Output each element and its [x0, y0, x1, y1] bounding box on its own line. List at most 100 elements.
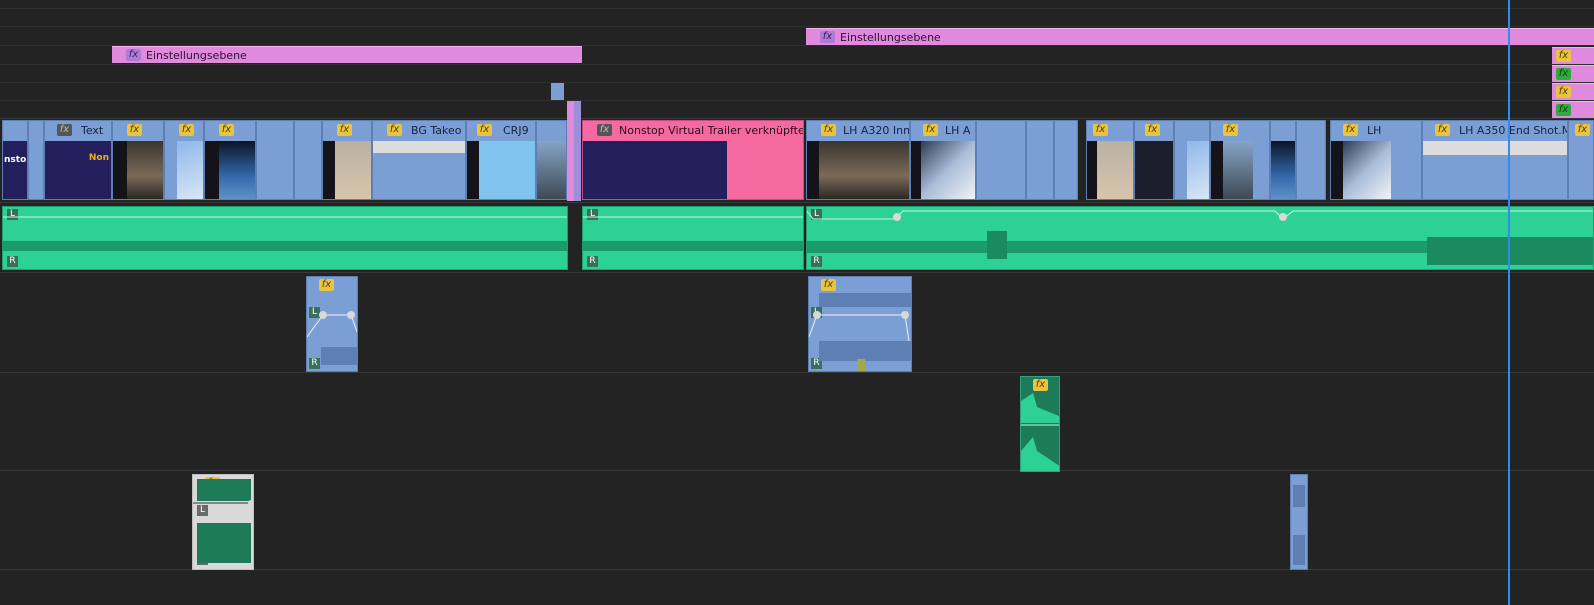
track-divider: [0, 372, 1594, 373]
audio-waveform: [307, 311, 357, 365]
audio-waveform: [1021, 393, 1059, 471]
video-clip[interactable]: fx: [204, 120, 256, 200]
clip-thumbnail: [1187, 141, 1209, 199]
track-divider: [0, 202, 1594, 203]
fx-badge: fx: [597, 124, 612, 136]
fx-badge: fx: [1556, 86, 1571, 98]
fx-badge: fx: [1556, 104, 1571, 116]
audio-waveform: [193, 479, 253, 563]
video-clip[interactable]: fx CRJ9: [466, 120, 536, 200]
thumb-text: Non: [88, 153, 109, 163]
fx-badge: fx: [337, 124, 352, 136]
video-clip[interactable]: fx LH A320 Inn: [806, 120, 910, 200]
fx-badge: fx: [1093, 124, 1108, 136]
clip-thumbnail: [1271, 141, 1295, 199]
video-clip[interactable]: [1174, 120, 1210, 200]
adjustment-layer-clip[interactable]: fx Einstellungsebene: [112, 46, 582, 63]
video-clip[interactable]: [976, 120, 1026, 200]
video-clip[interactable]: fx: [1568, 120, 1594, 200]
clip-thumbnail: [537, 141, 566, 199]
clip-thumbnail: [1343, 141, 1391, 199]
fx-badge: fx: [387, 124, 402, 136]
audio-clip[interactable]: [1290, 474, 1308, 570]
video-clip[interactable]: fx BG Takeo: [372, 120, 466, 200]
clip-thumbnail: [819, 141, 909, 199]
small-video-clip[interactable]: [567, 101, 574, 201]
video-clip[interactable]: fx LH A350 End Shot.M: [1422, 120, 1568, 200]
clip-thumbnail: [127, 141, 163, 199]
fx-badge: fx: [1343, 124, 1358, 136]
audio-clip[interactable]: L R: [806, 206, 1594, 270]
adjustment-layer-clip[interactable]: fx Einstellungsebene: [806, 28, 1594, 45]
clip-thumbnail: [583, 141, 727, 199]
video-clip[interactable]: fx: [112, 120, 164, 200]
track-divider: [0, 470, 1594, 471]
clip-thumbnail: [1097, 141, 1133, 199]
fx-badge: fx: [1435, 124, 1450, 136]
video-clip[interactable]: fx: [1210, 120, 1270, 200]
clip-label: Einstellungsebene: [840, 31, 941, 44]
audio-clip[interactable]: fx L R: [306, 276, 358, 372]
stacked-adjustment-clip[interactable]: fx: [1552, 101, 1594, 118]
clip-label: Text: [81, 124, 104, 137]
timeline-panel[interactable]: fx Einstellungsebene fx Einstellungseben…: [0, 0, 1594, 605]
video-clip[interactable]: [536, 120, 567, 200]
audio-clip[interactable]: fx L R: [1020, 376, 1060, 472]
playhead[interactable]: [1508, 0, 1510, 605]
clip-label: nstop: [4, 155, 27, 165]
track-divider: [0, 82, 1594, 83]
clip-thumbnail: [177, 141, 203, 199]
track-divider: [0, 100, 1594, 101]
video-clip[interactable]: [294, 120, 322, 200]
audio-waveform: [809, 293, 911, 371]
clip-thumbnail: [1223, 141, 1253, 199]
fx-badge: fx: [219, 124, 234, 136]
video-clip[interactable]: [1026, 120, 1054, 200]
clip-thumbnail: [921, 141, 975, 199]
video-clip[interactable]: fx LH A: [910, 120, 976, 200]
small-video-clip[interactable]: [573, 101, 581, 201]
stacked-adjustment-clip[interactable]: fx: [1552, 65, 1594, 82]
video-clip[interactable]: nstop: [2, 120, 28, 200]
audio-waveform: [3, 216, 567, 251]
audio-clip[interactable]: L R: [582, 206, 804, 270]
fx-badge: fx: [126, 49, 141, 61]
video-clip[interactable]: fx: [164, 120, 204, 200]
audio-clip[interactable]: L R: [2, 206, 568, 270]
audio-clip[interactable]: fx L R: [192, 474, 254, 570]
clip-label: Nonstop Virtual Trailer verknüpfte: [619, 124, 804, 137]
stacked-adjustment-clip[interactable]: fx: [1552, 83, 1594, 100]
video-clip[interactable]: [1270, 120, 1296, 200]
video-clip[interactable]: [28, 120, 44, 200]
video-clip[interactable]: fx Text Non: [44, 120, 112, 200]
track-divider: [0, 26, 1594, 27]
clip-thumbnail: [335, 141, 371, 199]
video-clip[interactable]: [1296, 120, 1326, 200]
fx-badge: fx: [820, 31, 835, 43]
video-clip[interactable]: fx LH: [1330, 120, 1422, 200]
clip-label: BG Takeo: [411, 124, 462, 137]
video-clip[interactable]: [1054, 120, 1078, 200]
video-clip[interactable]: [256, 120, 294, 200]
nested-sequence-clip[interactable]: fx Nonstop Virtual Trailer verknüpfte: [582, 120, 804, 200]
fx-badge: fx: [1556, 50, 1571, 62]
clip-thumbnail: [479, 141, 535, 199]
audio-waveform: [807, 210, 1593, 265]
video-clip[interactable]: fx: [1086, 120, 1134, 200]
video-clip[interactable]: fx: [1134, 120, 1174, 200]
audio-waveform: [583, 216, 803, 251]
clip-label: LH A: [945, 124, 971, 137]
clip-label: LH A350 End Shot.M: [1459, 124, 1568, 137]
clip-label: LH A320 Inn: [843, 124, 910, 137]
track-divider: [0, 64, 1594, 65]
fx-badge: fx: [477, 124, 492, 136]
track-divider: [0, 272, 1594, 273]
fx-badge: fx: [1223, 124, 1238, 136]
audio-clip[interactable]: fx L R: [808, 276, 912, 372]
fx-badge: fx: [1145, 124, 1160, 136]
video-clip[interactable]: fx: [322, 120, 372, 200]
clip-thumbnail: nstop: [3, 141, 27, 199]
track-divider: [0, 8, 1594, 9]
stacked-adjustment-clip[interactable]: fx: [1552, 47, 1594, 64]
small-video-clip[interactable]: [551, 83, 564, 100]
